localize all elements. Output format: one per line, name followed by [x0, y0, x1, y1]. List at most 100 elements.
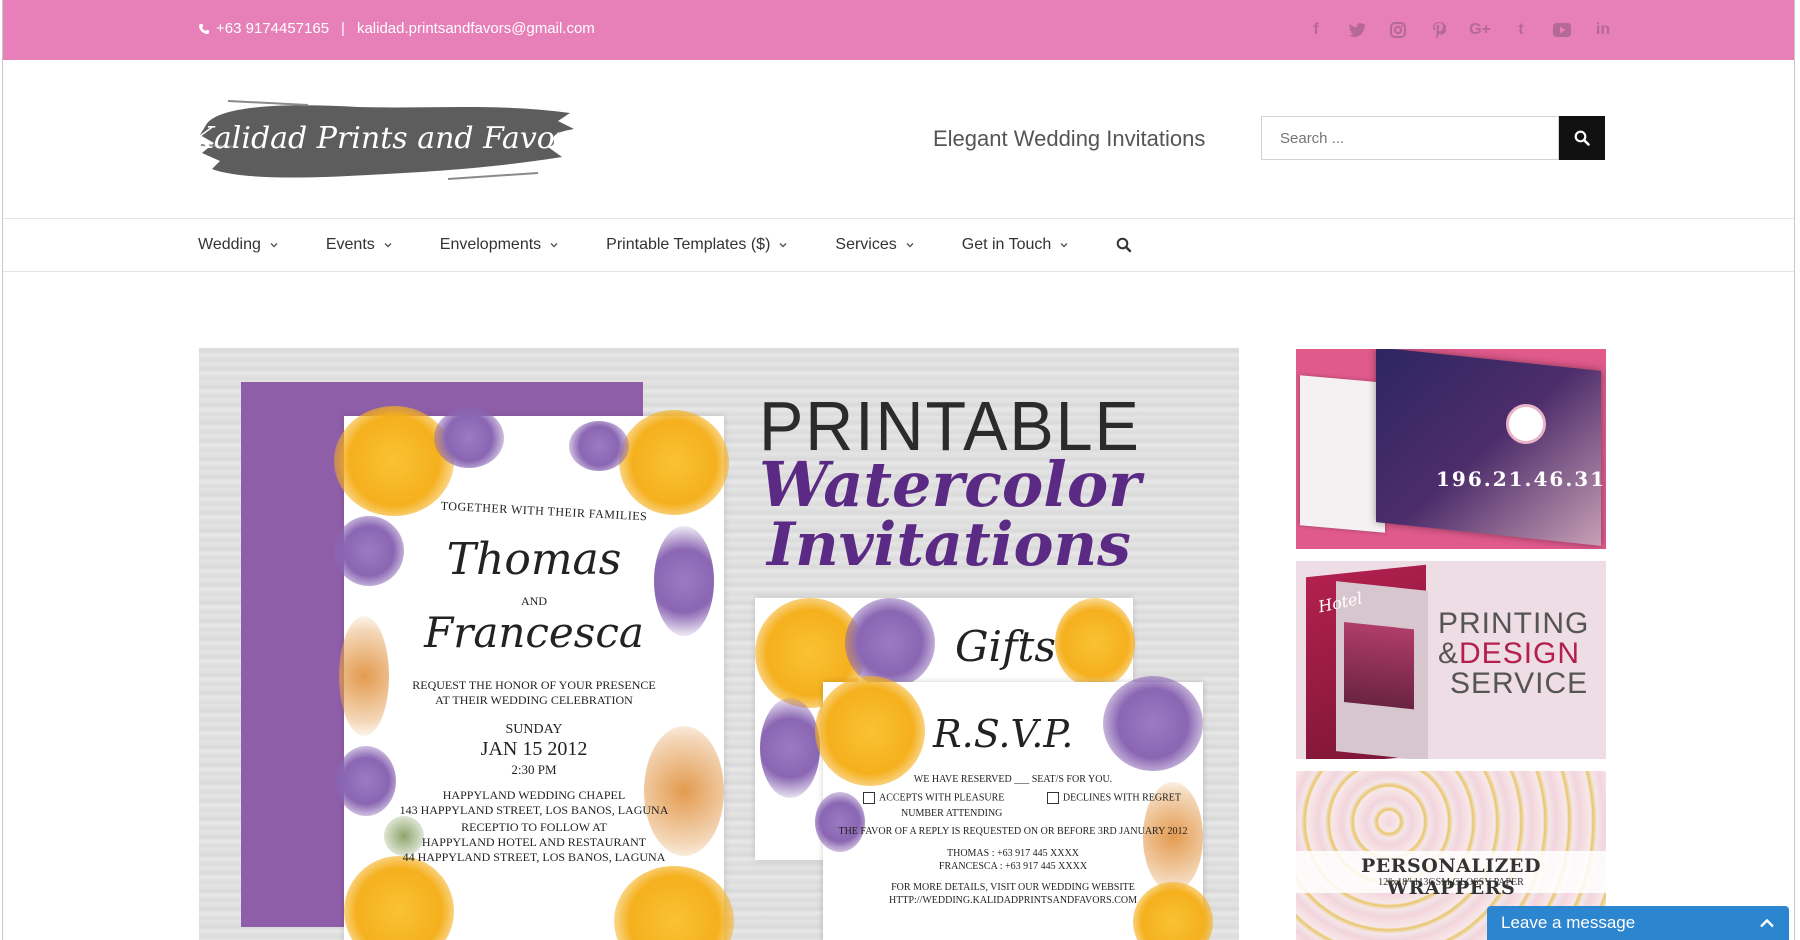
chevron-down-icon [550, 243, 558, 248]
invite-time: 2:30 PM [511, 762, 557, 777]
invite-reception-line: HAPPYLAND HOTEL AND RESTAURANT [421, 835, 647, 849]
flower-graphic [614, 866, 734, 940]
linkedin-icon[interactable]: in [1592, 19, 1614, 41]
pinterest-icon[interactable] [1428, 19, 1450, 41]
main-navigation: Wedding Events Envelopments Printable Te… [3, 219, 1794, 272]
instagram-icon[interactable] [1387, 19, 1409, 41]
phone-icon [199, 23, 209, 34]
invite-request-line: AT THEIR WEDDING CELEBRATION [435, 693, 633, 707]
ad-text-design-word: DESIGN [1459, 637, 1581, 670]
nav-item-label: Get in Touch [961, 236, 1052, 253]
rsvp-number: NUMBER ATTENDING [901, 808, 1003, 819]
window-edge [1795, 0, 1800, 940]
rsvp-francesca: FRANCESCA : +63 917 445 XXXX [938, 861, 1088, 872]
contact-separator: | [341, 20, 345, 37]
phone-number[interactable]: +63 9174457165 [216, 20, 329, 37]
twitter-icon[interactable] [1346, 19, 1368, 41]
rsvp-reserved: WE HAVE RESERVED ___ SEAT/S FOR YOU. [913, 774, 1113, 785]
nav-item-get-in-touch[interactable]: Get in Touch [962, 236, 1069, 254]
invite-name-2: Francesca [424, 608, 644, 657]
ad-text-service: SERVICE [1450, 667, 1589, 700]
chevron-down-icon [384, 243, 392, 248]
rsvp-favor: THE FAVOR OF A REPLY IS REQUESTED ON OR … [838, 826, 1188, 837]
browser-mockup-image [1376, 349, 1601, 546]
nav-item-printable-templates[interactable]: Printable Templates ($) [606, 236, 787, 254]
banner-title-invitations: Invitations [767, 510, 1131, 580]
invite-venue-line: 143 HAPPYLAND STREET, LOS BANOS, LAGUNA [399, 803, 669, 817]
nav-search-icon[interactable] [1116, 237, 1132, 253]
flower-graphic [569, 421, 629, 471]
rsvp-url: HTTP://WEDDING.KALIDADPRINTSANDFAVORS.CO… [889, 895, 1137, 906]
invite-and: AND [521, 594, 547, 608]
flower-graphic [344, 856, 454, 940]
page: +63 9174457165 | kalidad.printsandfavors… [2, 0, 1795, 940]
facebook-icon[interactable]: f [1305, 19, 1327, 41]
flower-graphic [619, 410, 729, 515]
site-logo[interactable]: Kalidad Prints and Favors [190, 95, 585, 185]
youtube-icon[interactable] [1551, 19, 1573, 41]
flower-graphic [1103, 676, 1203, 771]
ad-ip-text: 196.21.46.31 [1436, 467, 1606, 491]
flower-graphic [815, 676, 925, 786]
flower-graphic [760, 698, 820, 798]
invite-request: REQUEST THE HONOR OF YOUR PRESENCE AT TH… [344, 678, 724, 708]
invite-venue-line: HAPPYLAND WEDDING CHAPEL [442, 788, 626, 802]
hero-banner-image[interactable]: TOGETHER WITH THEIR FAMILIES Thomas AND … [199, 348, 1239, 940]
sidebar-ad-printing-design[interactable]: Hotel PRINTING &DESIGN SERVICE [1296, 561, 1606, 759]
flower-graphic [434, 408, 504, 468]
nav-item-events[interactable]: Events [326, 236, 392, 254]
google-plus-icon[interactable]: G+ [1469, 19, 1491, 41]
nav-item-services[interactable]: Services [835, 236, 914, 254]
logo-brush-image: Kalidad Prints and Favors [190, 100, 585, 180]
invite-reception-line: 44 HAPPYLAND STREET, LOS BANOS, LAGUNA [402, 850, 666, 864]
tumblr-icon[interactable]: t [1510, 19, 1532, 41]
rsvp-title: R.S.V.P. [933, 712, 1074, 756]
nav-item-wedding[interactable]: Wedding [198, 236, 278, 254]
rsvp-thomas: THOMAS : +63 917 445 XXXX [946, 848, 1080, 859]
nav-item-label: Envelopments [439, 236, 542, 253]
rsvp-card: R.S.V.P. WE HAVE RESERVED ___ SEAT/S FOR… [815, 676, 1213, 940]
header-search-input[interactable] [1261, 116, 1559, 160]
chevron-down-icon [270, 243, 278, 248]
chevron-down-icon [906, 243, 914, 248]
top-bar: +63 9174457165 | kalidad.printsandfavors… [3, 0, 1794, 60]
header-search-button[interactable] [1559, 116, 1605, 160]
nav-item-label: Services [835, 236, 897, 253]
couple-photo [1506, 404, 1546, 444]
rsvp-options: ACCEPTS WITH PLEASURE DECLINES WITH REGR… [823, 792, 1203, 804]
contact-info: +63 9174457165 | kalidad.printsandfavors… [198, 20, 595, 37]
ad-text-printing: PRINTING [1438, 607, 1590, 640]
email-link[interactable]: kalidad.printsandfavors@gmail.com [357, 20, 595, 37]
chat-label: Leave a message [1501, 913, 1636, 932]
invite-request-line: REQUEST THE HONOR OF YOUR PRESENCE [412, 678, 656, 692]
rsvp-accepts: ACCEPTS WITH PLEASURE [879, 792, 1005, 804]
checkbox-icon [863, 792, 875, 804]
leave-message-widget[interactable]: Leave a message [1487, 906, 1789, 940]
chevron-up-icon[interactable] [1759, 918, 1775, 928]
site-tagline: Elegant Wedding Invitations [933, 126, 1206, 151]
flower-graphic [1055, 598, 1135, 688]
nav-item-label: Events [325, 236, 375, 253]
invite-day: SUNDAY [505, 722, 563, 737]
browser-mockup-image [1300, 375, 1385, 533]
invite-reception-line: RECEPTIO TO FOLLOW AT [461, 820, 607, 834]
chevron-down-icon [779, 243, 787, 248]
checkbox-icon [1046, 792, 1059, 804]
invitation-card: TOGETHER WITH THEIR FAMILIES Thomas AND … [334, 406, 734, 940]
ad-text-design: &DESIGN [1438, 637, 1580, 671]
invite-venue: HAPPYLAND WEDDING CHAPEL 143 HAPPYLAND S… [344, 788, 724, 818]
chevron-down-icon [1060, 243, 1068, 248]
ad-text-amp: & [1438, 637, 1460, 670]
rsvp-declines: DECLINES WITH REGRET [1062, 792, 1182, 804]
nav-item-envelopments[interactable]: Envelopments [440, 236, 558, 254]
invite-date: JAN 15 2012 [480, 738, 588, 760]
nav-item-label: Wedding [198, 236, 261, 253]
search-icon [1574, 130, 1590, 146]
gifts-title: Gifts [955, 622, 1056, 671]
invite-name-1: Thomas [446, 534, 622, 585]
social-links: f G+ t in [1305, 19, 1614, 41]
nav-item-label: Printable Templates ($) [606, 236, 771, 253]
sidebar-ad-web-design[interactable]: 196.21.46.31 [1296, 349, 1606, 549]
rsvp-details: FOR MORE DETAILS, VISIT OUR WEDDING WEBS… [891, 882, 1135, 893]
flower-graphic [845, 598, 935, 688]
